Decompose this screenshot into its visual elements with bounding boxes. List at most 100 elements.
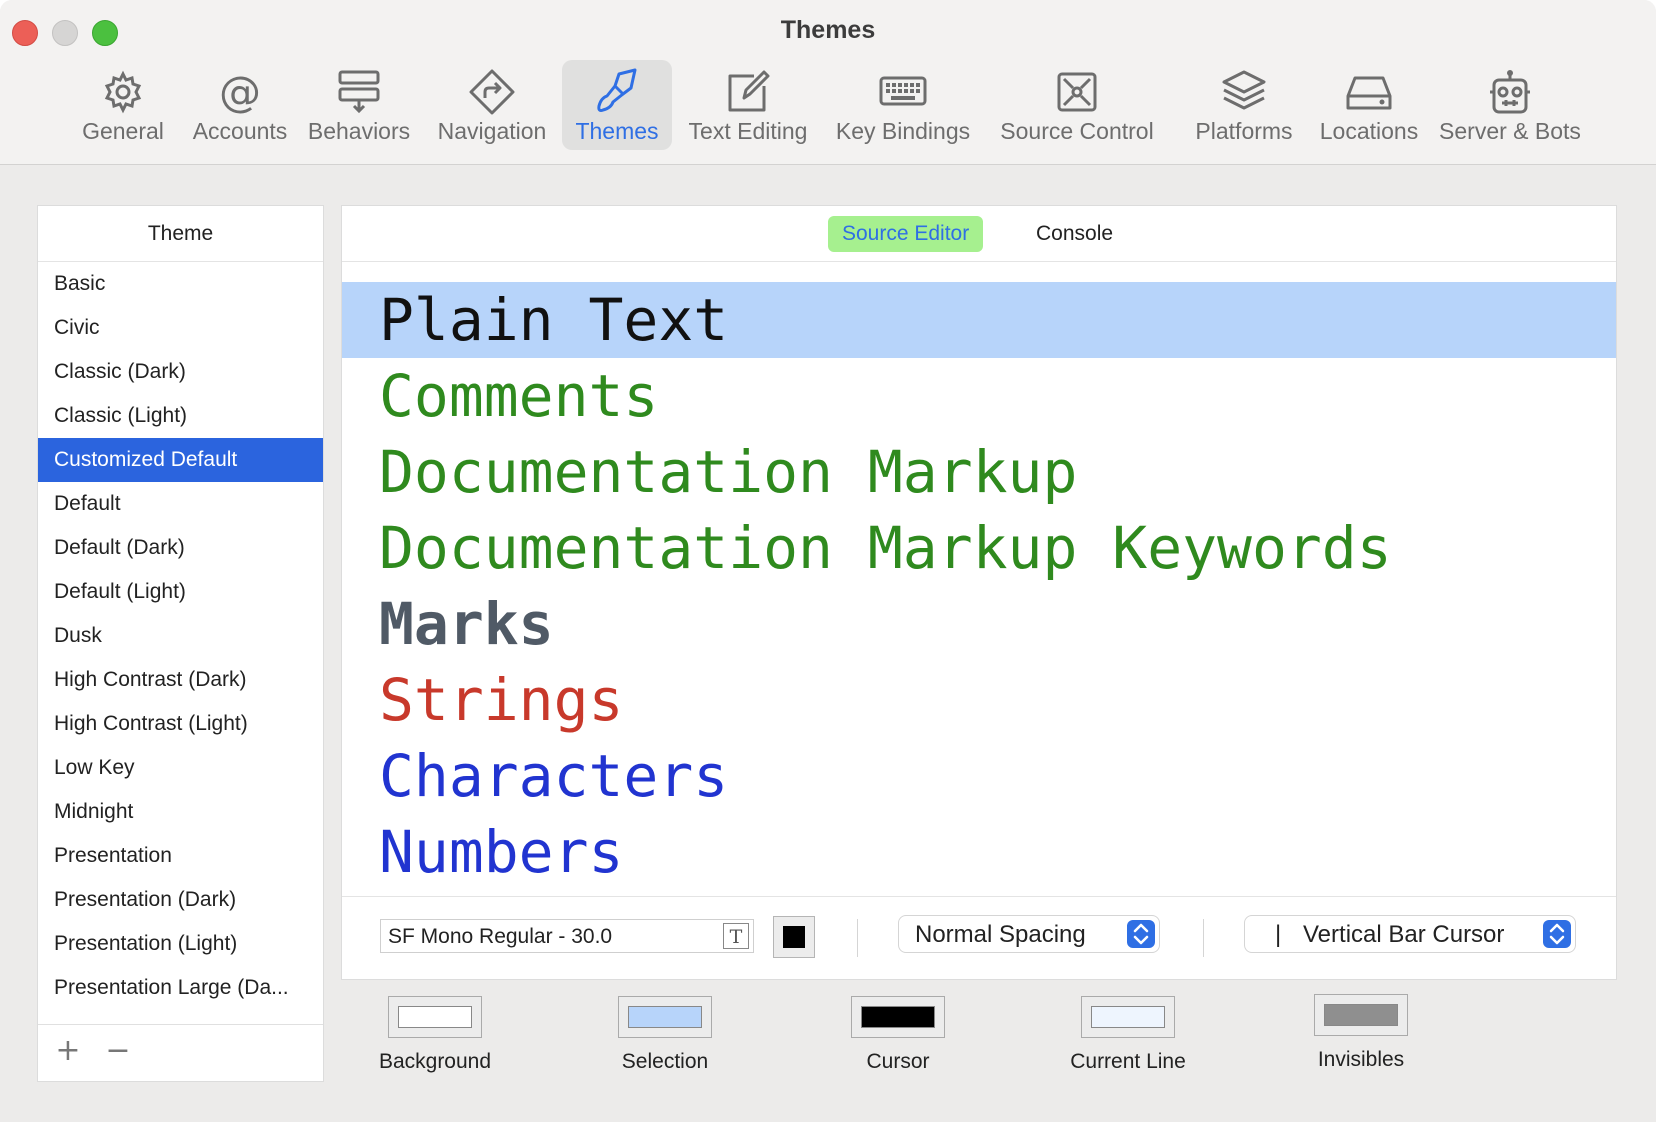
sample-documentation-markup-keywords[interactable]: Documentation Markup Keywords [342,510,1616,586]
font-picker-icon[interactable]: T [723,923,749,949]
background-color-swatch[interactable]: Background [365,996,505,1074]
swatch-label: Selection [621,1050,709,1073]
sample-numbers[interactable]: Numbers [342,814,1616,890]
color-well[interactable] [851,996,945,1038]
sample-plain-text[interactable]: Plain Text [342,282,1616,358]
swatch-label: Current Line [1070,1050,1186,1073]
spacing-popup[interactable]: Normal Spacing [898,915,1160,953]
theme-item[interactable]: Basic [38,262,323,306]
window-title: Themes [780,16,876,44]
sample-marks[interactable]: Marks [342,586,1616,662]
tab-source-editor[interactable]: Source Editor [828,216,984,252]
add-theme-button[interactable]: + [52,1035,84,1067]
theme-item[interactable]: Classic (Light) [38,394,323,438]
color-well[interactable] [388,996,482,1038]
toolbar-item-label: General [82,118,164,144]
sample-strings[interactable]: Strings [342,662,1616,738]
text-color-swatch [783,926,805,948]
selection-color-swatch[interactable]: Selection [595,996,735,1074]
drive-icon [1346,76,1392,110]
toolbar-item-server-bots[interactable]: Server & Bots [1435,60,1585,150]
toolbar-item-accounts[interactable]: @ Accounts [180,60,300,150]
theme-item[interactable]: Presentation (Light) [38,922,323,966]
at-sign-icon: @ [219,68,261,116]
current-line-color-swatch[interactable]: Current Line [1058,996,1198,1074]
color-well[interactable] [1314,994,1408,1036]
theme-item[interactable]: Default (Light) [38,570,323,614]
toolbar-item-themes[interactable]: Themes [562,60,672,150]
theme-item[interactable]: Dusk [38,614,323,658]
swatch-fill [398,1006,472,1028]
color-well[interactable] [618,996,712,1038]
toolbar-item-source-control[interactable]: Source Control [996,60,1158,150]
syntax-sample-list[interactable]: Plain Text Comments Documentation Markup… [342,282,1616,894]
toolbar: Themes General @ Accounts Behaviors Navi… [0,0,1656,165]
swatch-fill [1324,1004,1398,1026]
toolbar-item-label: Navigation [437,118,547,144]
toolbar-item-key-bindings[interactable]: Key Bindings [833,60,973,150]
svg-text:@: @ [219,68,261,116]
theme-item[interactable]: Presentation (Dark) [38,878,323,922]
preferences-window: Themes General @ Accounts Behaviors Navi… [0,0,1656,1122]
theme-item[interactable]: Default (Dark) [38,526,323,570]
theme-list-header: Theme [38,206,323,262]
swatch-fill [1091,1006,1165,1028]
swatch-label: Invisibles [1317,1048,1405,1071]
sample-characters[interactable]: Characters [342,738,1616,814]
theme-item[interactable]: Civic [38,306,323,350]
toolbar-item-navigation[interactable]: Navigation [433,60,551,150]
theme-item[interactable]: Classic (Dark) [38,350,323,394]
theme-item[interactable]: Low Key [38,746,323,790]
theme-item[interactable]: Presentation Large (Da... [38,966,323,1010]
toolbar-item-behaviors[interactable]: Behaviors [305,60,413,150]
popup-arrows-icon [1127,920,1155,948]
theme-item[interactable]: Default [38,482,323,526]
font-field[interactable]: SF Mono Regular - 30.0 T [380,919,754,953]
navigation-arrow-icon [469,69,515,115]
sample-documentation-markup[interactable]: Documentation Markup [342,434,1616,510]
theme-item[interactable]: Presentation [38,834,323,878]
toolbar-item-label: Locations [1319,118,1419,144]
segmented-control: Source Editor Console [342,206,1616,262]
toolbar-item-label: Text Editing [688,118,808,144]
cursor-color-swatch[interactable]: Cursor [828,996,968,1074]
gear-icon [104,70,142,114]
color-well[interactable] [1081,996,1175,1038]
tab-console[interactable]: Console [1022,216,1127,252]
theme-list-panel: Theme Basic Civic Classic (Dark) Classic… [37,205,324,1082]
toolbar-item-label: Platforms [1195,118,1293,144]
behaviors-icon [338,70,380,114]
toolbar-item-locations[interactable]: Locations [1307,60,1431,150]
theme-item-selected[interactable]: Customized Default [38,438,323,482]
font-field-value: SF Mono Regular - 30.0 [388,925,613,948]
toolbar-item-text-editing[interactable]: Text Editing [684,60,812,150]
swatch-label: Cursor [866,1050,930,1073]
source-control-icon [1057,72,1097,112]
divider [1203,919,1204,957]
paintbrush-icon [597,68,637,112]
cursor-popup[interactable]: | Vertical Bar Cursor [1244,915,1576,953]
toolbar-item-label: Themes [575,118,659,144]
text-color-well[interactable] [773,916,815,958]
sample-comments[interactable]: Comments [342,358,1616,434]
swatch-fill [628,1006,702,1028]
theme-list[interactable]: Basic Civic Classic (Dark) Classic (Ligh… [38,262,323,1028]
swatch-label: Background [378,1050,492,1073]
theme-item[interactable]: High Contrast (Light) [38,702,323,746]
theme-list-footer: + − [38,1024,323,1081]
divider [857,919,858,957]
cursor-popup-value: Vertical Bar Cursor [1303,921,1505,948]
cursor-glyph: | [1275,921,1282,948]
invisibles-color-swatch[interactable]: Invisibles [1291,994,1431,1072]
theme-item[interactable]: High Contrast (Dark) [38,658,323,702]
spacing-popup-value: Normal Spacing [915,921,1086,948]
theme-item[interactable]: Midnight [38,790,323,834]
remove-theme-button[interactable]: − [102,1035,134,1067]
toolbar-item-label: Behaviors [307,118,411,144]
font-controls: SF Mono Regular - 30.0 T Normal Spacing … [342,896,1616,980]
toolbar-item-label: Key Bindings [835,118,971,144]
popup-arrows-icon [1543,920,1571,948]
toolbar-item-label: Server & Bots [1439,118,1581,144]
toolbar-item-platforms[interactable]: Platforms [1180,60,1308,150]
toolbar-item-general[interactable]: General [66,60,180,150]
